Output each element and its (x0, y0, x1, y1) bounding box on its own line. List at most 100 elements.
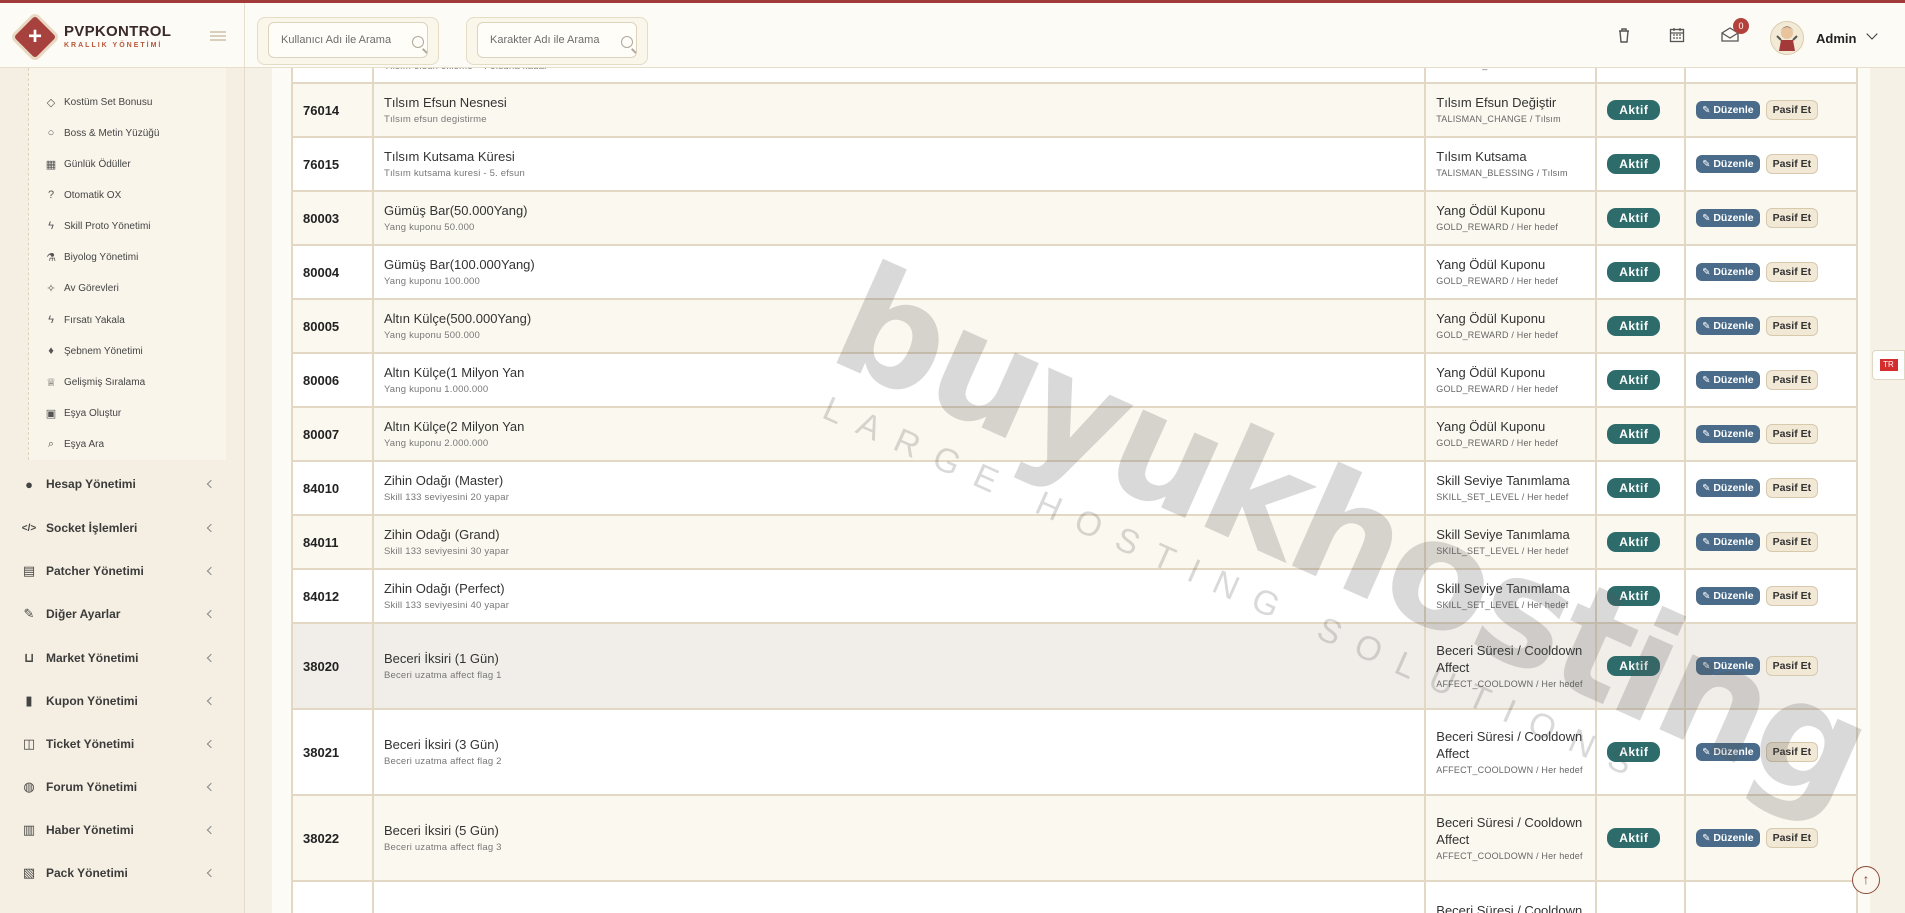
item-id: 80003 (291, 190, 374, 246)
sidebar-item-label: Kupon Yönetimi (46, 694, 138, 708)
sidebar-item[interactable]: ● Hesap Yönetimi (20, 472, 220, 496)
item-desc: Beceri uzatma affect flag 2 (383, 756, 502, 767)
edit-button[interactable]: Düzenle (1696, 209, 1760, 227)
sidebar-item[interactable]: ⊔ Market Yönetimi (20, 646, 220, 670)
sidebar-item[interactable]: ✎ Diğer Ayarlar (20, 602, 220, 626)
deactivate-button[interactable]: Pasif Et (1765, 828, 1819, 848)
actions-cell: Düzenle Pasif Et (1684, 190, 1858, 246)
deactivate-button[interactable]: Pasif Et (1765, 424, 1819, 444)
search-icon[interactable] (412, 36, 424, 48)
sidebar-item[interactable]: ▥ Haber Yönetimi (20, 818, 220, 842)
sidebar-item[interactable]: </> Socket İşlemleri (20, 516, 220, 540)
item-name-cell: Tılsım Efsun Nesnesi Tılsım efsun degisti… (371, 82, 1427, 138)
sidebar-subitem[interactable]: ♦ Şebnem Yönetimi (44, 341, 143, 361)
edit-button[interactable]: Düzenle (1696, 479, 1760, 497)
language-flag-icon[interactable]: TR (1872, 350, 1905, 380)
deactivate-button[interactable]: Pasif Et (1765, 316, 1819, 336)
actions-cell: Düzenle Pasif Et (1684, 622, 1858, 710)
sidebar-item-label: Diğer Ayarlar (46, 607, 121, 621)
item-type: Yang Ödül Kuponu (1436, 257, 1546, 272)
user-search-input[interactable]: Kullanıcı Adı ile Arama (268, 22, 428, 58)
sidebar-subitem[interactable]: ♕ Gelişmiş Sıralama (44, 372, 145, 392)
item-name: Zihin Odağı (Master) (383, 473, 504, 488)
calendar-icon: ▦ (45, 158, 57, 171)
deactivate-button[interactable]: Pasif Et (1765, 262, 1819, 282)
edit-button[interactable]: Düzenle (1696, 829, 1760, 847)
calendar-icon[interactable] (1669, 27, 1685, 43)
sidebar-item[interactable]: ▮ Kupon Yönetimi (20, 689, 220, 713)
chevron-left-icon (206, 609, 216, 619)
sidebar-subitem[interactable]: ○ Boss & Metin Yüzüğü (44, 123, 160, 143)
item-id: 38022 (291, 794, 374, 882)
users-icon: ● (25, 476, 33, 492)
scroll-top-button[interactable]: ↑ (1852, 866, 1880, 894)
edit-button[interactable]: Düzenle (1696, 263, 1760, 281)
item-type: Yang Ödül Kuponu (1436, 365, 1546, 380)
edit-button[interactable]: Düzenle (1696, 743, 1760, 761)
sidebar-item[interactable]: ▧ Pack Yönetimi (20, 861, 220, 885)
deactivate-button[interactable]: Pasif Et (1765, 208, 1819, 228)
status-cell: Aktif (1595, 82, 1687, 138)
table-row: 80007 Altın Külçe(2 Milyon Yan Yang kuponu… (291, 406, 1858, 462)
deactivate-button[interactable]: Pasif Et (1765, 478, 1819, 498)
item-name: Altın Külçe(1 Milyon Yan (383, 365, 525, 380)
edit-button[interactable]: Düzenle (1696, 657, 1760, 675)
deactivate-button[interactable]: Pasif Et (1765, 742, 1819, 762)
item-desc: Skill 133 seviyesini 20 yapar (383, 492, 510, 503)
sidebar-subitem[interactable]: ? Otomatik OX (44, 185, 121, 205)
sidebar-subitem-label: Günlük Ödüller (64, 158, 131, 170)
sidebar-item[interactable]: ▤ Patcher Yönetimi (20, 559, 220, 583)
edit-button[interactable]: Düzenle (1696, 317, 1760, 335)
status-cell (1595, 68, 1687, 84)
edit-button[interactable]: Düzenle (1696, 425, 1760, 443)
item-type-cell: Yang Ödül Kuponu GOLD_REWARD / Her hedef (1424, 190, 1598, 246)
deactivate-button[interactable]: Pasif Et (1765, 532, 1819, 552)
item-desc: Tılsım efsun degistirme (383, 114, 487, 125)
item-type: Skill Seviye Tanımlama (1436, 581, 1570, 596)
item-type-cell: Skill Seviye Tanımlama SKILL_SET_LEVEL / … (1424, 514, 1598, 570)
sidebar-subitem[interactable]: ▦ Günlük Ödüller (44, 154, 131, 174)
edit-button[interactable]: Düzenle (1696, 101, 1760, 119)
item-name-cell: Beceri İksiri (3 Gün) Beceri uzatma affec… (371, 708, 1427, 796)
menu-toggle-icon[interactable] (210, 31, 226, 41)
sidebar-subitem[interactable]: ϟ Skill Proto Yönetimi (44, 216, 150, 236)
item-type-cell: Skill Seviye Tanımlama SKILL_SET_LEVEL / … (1424, 568, 1598, 624)
table-row: 38022 Beceri İksiri (5 Gün) Beceri uzatma … (291, 794, 1858, 882)
sidebar-subitem[interactable]: ⌕ Eşya Ara (44, 434, 104, 454)
brand[interactable]: + PVPKONTROL KRALLIK YÖNETİMİ (0, 3, 245, 68)
sidebar-item[interactable]: ◫ Ticket Yönetimi (20, 732, 220, 756)
sidebar: ◇ Kostüm Set Bonusu ○ Boss & Metin Yüzüğü ▦ G… (0, 68, 245, 913)
sidebar-item-label: Patcher Yönetimi (46, 564, 144, 578)
deactivate-button[interactable]: Pasif Et (1765, 656, 1819, 676)
sidebar-subitem[interactable]: ▣ Eşya Oluştur (44, 403, 121, 423)
item-code: GOLD_REWARD / Her hedef (1436, 276, 1559, 286)
edit-button[interactable]: Düzenle (1696, 533, 1760, 551)
deactivate-button[interactable]: Pasif Et (1765, 154, 1819, 174)
edit-button[interactable]: Düzenle (1696, 155, 1760, 173)
trash-icon[interactable] (1616, 27, 1632, 43)
deactivate-button[interactable]: Pasif Et (1765, 100, 1819, 120)
sidebar-subitem[interactable]: ϟ Fırsatı Yakala (44, 310, 125, 330)
item-type-cell: TALISMAN_ADD / Tılsım (1424, 68, 1598, 84)
item-name: Beceri İksiri (5 Gün) (383, 823, 499, 838)
avatar[interactable] (1770, 21, 1804, 55)
deactivate-button[interactable]: Pasif Et (1765, 370, 1819, 390)
status-cell (1595, 880, 1687, 913)
sidebar-item-label: Market Yönetimi (46, 651, 139, 665)
edit-button[interactable]: Düzenle (1696, 587, 1760, 605)
sidebar-subitem[interactable]: ✧ Av Görevleri (44, 278, 118, 298)
item-type: Tılsım Kutsama (1436, 149, 1527, 164)
item-type-cell: Yang Ödül Kuponu GOLD_REWARD / Her hedef (1424, 298, 1598, 354)
item-code: GOLD_REWARD / Her hedef (1436, 222, 1559, 232)
search-icon[interactable] (621, 36, 633, 48)
item-name-cell: Beceri İksiri (1 Gün) Beceri uzatma affec… (371, 622, 1427, 710)
admin-name[interactable]: Admin (1816, 31, 1856, 46)
edit-button[interactable]: Düzenle (1696, 371, 1760, 389)
actions-cell (1684, 68, 1858, 84)
sidebar-item[interactable]: ◍ Forum Yönetimi (20, 775, 220, 799)
sidebar-subitem[interactable]: ◇ Kostüm Set Bonusu (44, 92, 153, 112)
chevron-down-icon[interactable] (1866, 28, 1878, 40)
char-search-input[interactable]: Karakter Adı ile Arama (477, 22, 637, 58)
deactivate-button[interactable]: Pasif Et (1765, 586, 1819, 606)
sidebar-subitem[interactable]: ⚗ Biyolog Yönetimi (44, 247, 138, 267)
